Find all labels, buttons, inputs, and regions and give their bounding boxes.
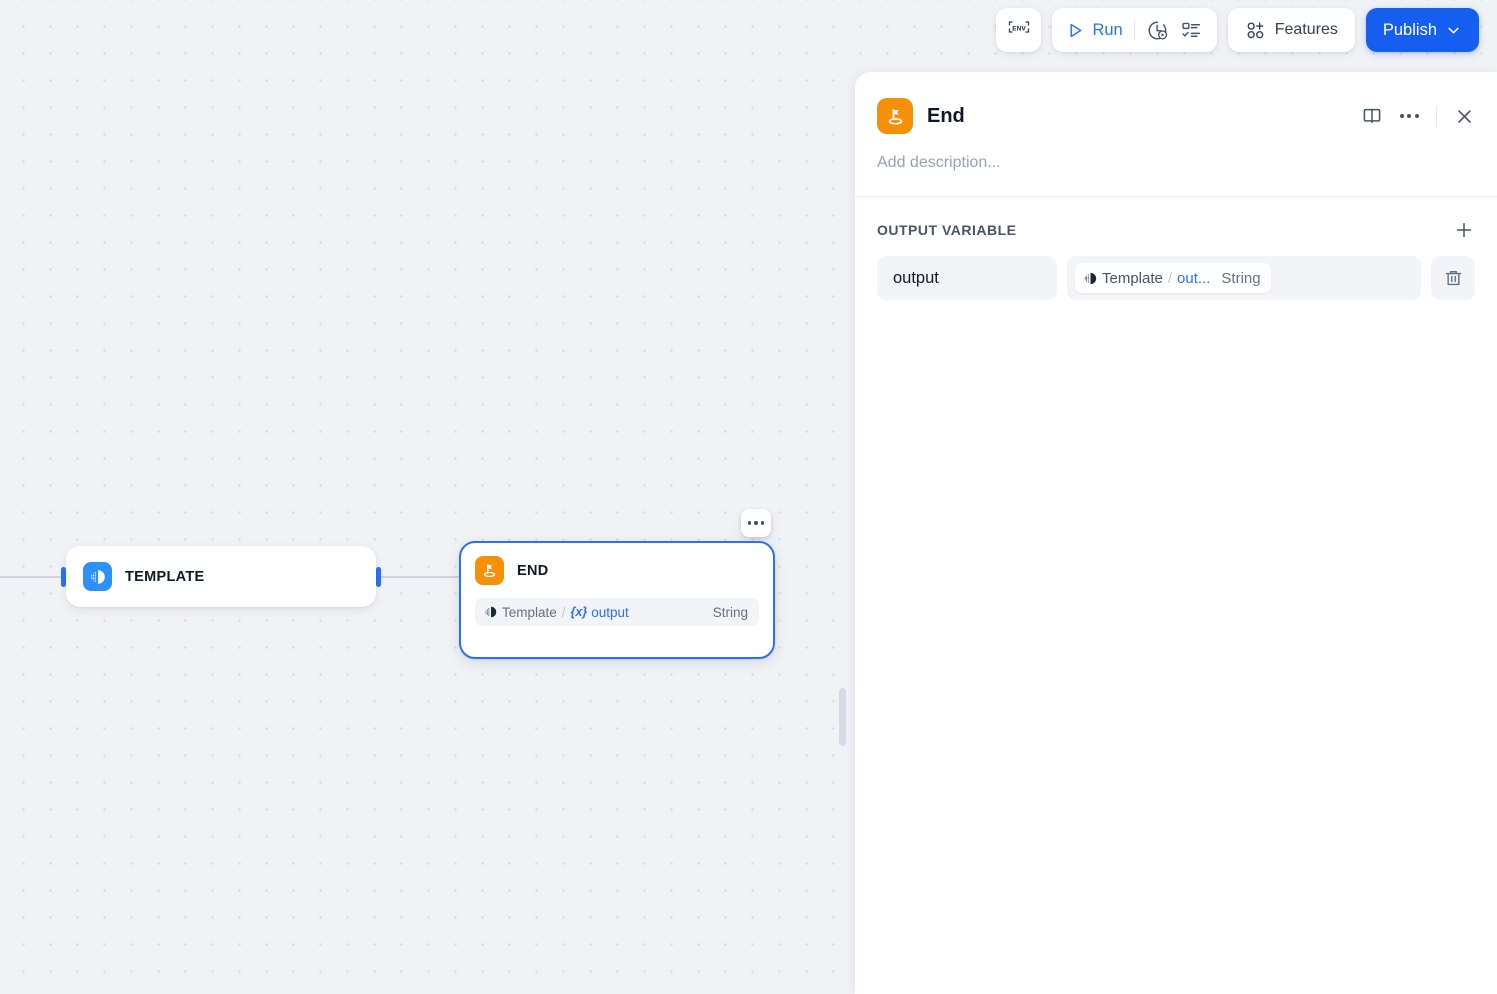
canvas-variable-type: String <box>712 604 748 620</box>
panel-header: End <box>855 72 1497 134</box>
panel-more-button[interactable] <box>1399 114 1419 118</box>
canvas-variable-prefix: {x} <box>570 605 588 619</box>
more-horizontal-icon <box>1399 114 1419 118</box>
trash-icon <box>1445 270 1461 285</box>
template-transform-icon <box>1084 272 1097 284</box>
page-title: End <box>927 104 965 127</box>
node-detail-panel: End Add description... OUTPUT VARIABLE o… <box>855 72 1497 994</box>
env-button[interactable]: ENV <box>996 8 1042 52</box>
end-flag-icon <box>475 556 504 585</box>
template-transform-icon <box>485 606 497 618</box>
output-variable-row: output Template / out... String <box>877 256 1475 300</box>
output-variable-section: OUTPUT VARIABLE output Template / out...… <box>855 197 1497 300</box>
output-variable-value-field[interactable]: Template / out... String <box>1067 256 1421 300</box>
run-toolbar-group: Run <box>1052 8 1217 52</box>
book-open-icon <box>1363 108 1381 124</box>
panel-action-group <box>1361 105 1475 127</box>
workflow-editor: TEMPLATE END Template / {x} output Strin… <box>0 0 1497 994</box>
canvas-node-end[interactable]: END Template / {x} output String <box>459 541 775 659</box>
canvas-vertical-scrollbar[interactable] <box>839 688 846 746</box>
toolbar-divider <box>1133 20 1135 40</box>
canvas-node-end-title: END <box>517 562 549 579</box>
end-flag-icon <box>877 98 913 134</box>
features-button-label: Features <box>1274 21 1338 38</box>
template-transform-icon <box>83 562 112 591</box>
close-x-icon <box>1458 109 1471 123</box>
run-button-label: Run <box>1092 20 1123 39</box>
svg-text:ENV: ENV <box>1012 25 1026 32</box>
description-input[interactable]: Add description... <box>855 134 1497 172</box>
chip-variable-type: String <box>1221 269 1261 287</box>
variable-reference-chip[interactable]: Template / out... String <box>1075 263 1271 293</box>
delete-output-variable-button[interactable] <box>1431 256 1475 300</box>
features-button[interactable]: Features <box>1227 8 1355 52</box>
add-output-variable-button[interactable] <box>1453 219 1475 241</box>
clock-play-history-icon <box>1148 21 1167 40</box>
canvas-node-end-variable-row[interactable]: Template / {x} output String <box>475 598 759 626</box>
close-panel-button[interactable] <box>1454 106 1475 127</box>
edge-template-to-end <box>374 576 470 578</box>
node-handle-template-output[interactable] <box>376 567 381 587</box>
book-open-button[interactable] <box>1361 105 1383 127</box>
checklist-icon <box>1182 22 1200 37</box>
top-toolbar: ENV Run Features Publish <box>996 8 1479 52</box>
chevron-down-icon <box>1448 27 1459 33</box>
canvas-node-template-title: TEMPLATE <box>125 568 205 585</box>
publish-button-label: Publish <box>1382 20 1437 39</box>
canvas-node-template[interactable]: TEMPLATE <box>66 546 376 607</box>
more-horizontal-icon[interactable] <box>741 509 771 537</box>
chip-source-label: Template <box>1102 269 1163 287</box>
chip-separator: / <box>1167 269 1173 287</box>
canvas-variable-separator: / <box>561 604 566 620</box>
canvas-variable-name: output <box>591 604 629 620</box>
run-history-button[interactable] <box>1146 19 1169 42</box>
canvas-variable-source: Template <box>502 604 557 620</box>
edge-incoming <box>0 576 66 578</box>
output-variable-title: OUTPUT VARIABLE <box>877 222 1017 238</box>
checklist-button[interactable] <box>1180 19 1203 42</box>
output-variable-name-field[interactable]: output <box>877 256 1057 300</box>
play-triangle-icon <box>1070 23 1082 37</box>
panel-action-divider <box>1436 105 1437 127</box>
run-button[interactable]: Run <box>1066 20 1123 40</box>
publish-button[interactable]: Publish <box>1365 8 1479 52</box>
canvas-node-end-header: END <box>475 556 759 585</box>
env-brackets-icon: ENV <box>1008 21 1030 33</box>
chip-variable-name: out... <box>1177 269 1211 287</box>
nodes-plus-icon <box>1247 21 1264 38</box>
output-variable-header: OUTPUT VARIABLE <box>877 219 1475 241</box>
plus-icon <box>1456 222 1472 238</box>
